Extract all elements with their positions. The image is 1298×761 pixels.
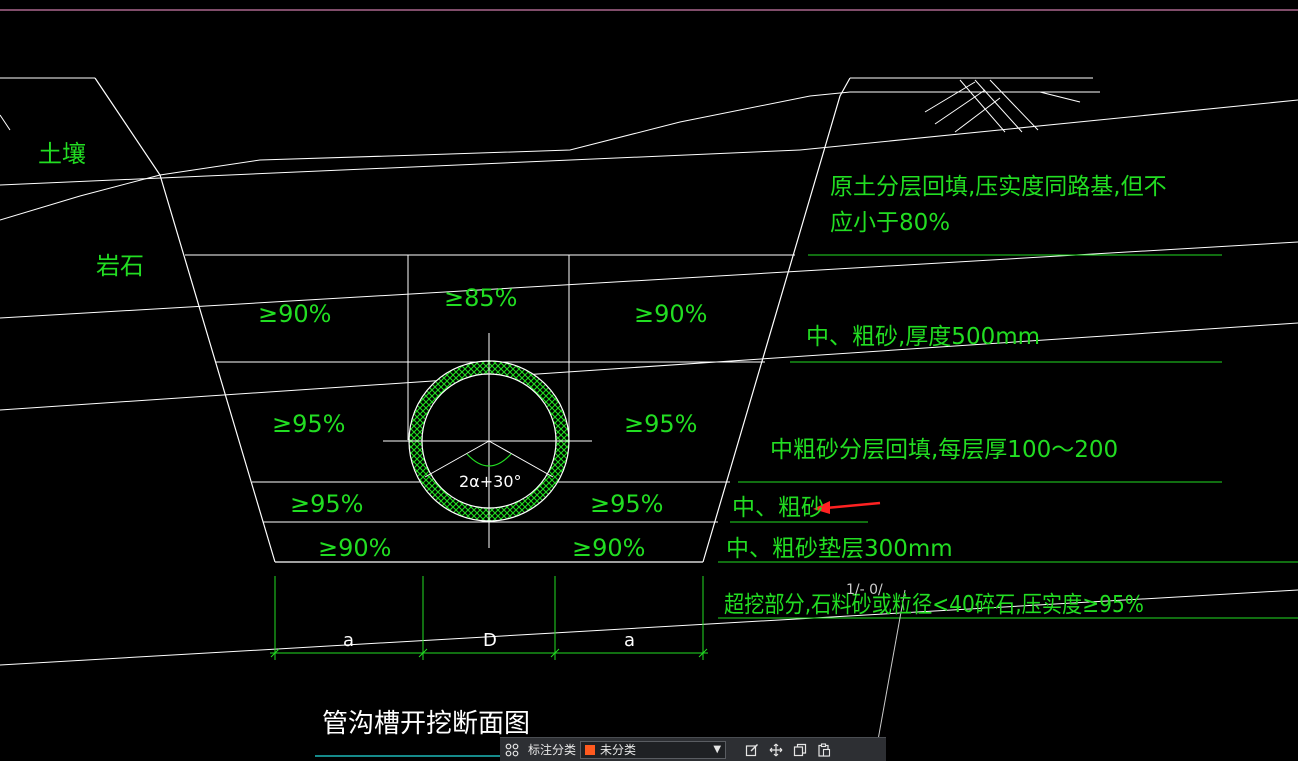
compaction-mid-left: ≥95%: [272, 410, 345, 438]
dim-d: D: [483, 630, 497, 651]
compaction-mid-right: ≥95%: [624, 410, 697, 438]
note-overdig: 超挖部分,石料砂或粒径<40碎石,压实度≥95%: [724, 592, 1144, 618]
compaction-top-right: ≥90%: [634, 300, 707, 328]
category-color-swatch: [585, 744, 596, 755]
pipe: [383, 333, 592, 548]
ground-profile-line: [0, 91, 1100, 221]
annotation-category-select[interactable]: 未分类 ▼: [580, 740, 727, 759]
note-backfill-line1: 原土分层回填,压实度同路基,但不: [830, 174, 1167, 200]
pipe-angle-label: 2α+30°: [459, 472, 522, 491]
overlap-mark: 1/- 0/: [846, 582, 883, 598]
paste-icon[interactable]: [812, 740, 836, 760]
note-sand-500: 中、粗砂,厚度500mm: [806, 324, 1040, 350]
edit-icon[interactable]: [740, 740, 764, 760]
compaction-bot-right: ≥90%: [572, 534, 645, 562]
note-sand-layered: 中粗砂分层回填,每层厚100～200: [770, 437, 1118, 463]
annotation-toolbar: 标注分类 未分类 ▼: [500, 737, 886, 761]
label-rock: 岩石: [96, 252, 144, 280]
note-backfill-line2: 应小于80%: [830, 210, 950, 236]
compaction-top-left: ≥90%: [258, 300, 331, 328]
dim-a-right: a: [624, 630, 635, 651]
chevron-down-icon: ▼: [713, 744, 722, 755]
dim-a-left: a: [343, 630, 354, 651]
compaction-bot-left: ≥90%: [318, 534, 391, 562]
note-cushion: 中、粗砂垫层300mm: [726, 536, 953, 562]
move-icon[interactable]: [764, 740, 788, 760]
category-select-value: 未分类: [600, 743, 637, 757]
copy-icon[interactable]: [788, 740, 812, 760]
grid-icon[interactable]: [500, 740, 524, 760]
compaction-top-mid: ≥85%: [444, 284, 517, 312]
drawing-title: 管沟槽开挖断面图: [322, 709, 530, 739]
cad-drawing-canvas[interactable]: 土壤 岩石 原土分层回填,压实度同路基,但不 应小于80% 中、粗砂,厚度500…: [0, 0, 1298, 760]
ground-top-lines: [0, 77, 1093, 131]
compaction-low-left: ≥95%: [290, 490, 363, 518]
annotation-category-label: 标注分类: [528, 743, 577, 757]
compaction-low-right: ≥95%: [590, 490, 663, 518]
label-soil: 土壤: [38, 140, 86, 168]
note-sand: 中、粗砂: [732, 495, 824, 521]
